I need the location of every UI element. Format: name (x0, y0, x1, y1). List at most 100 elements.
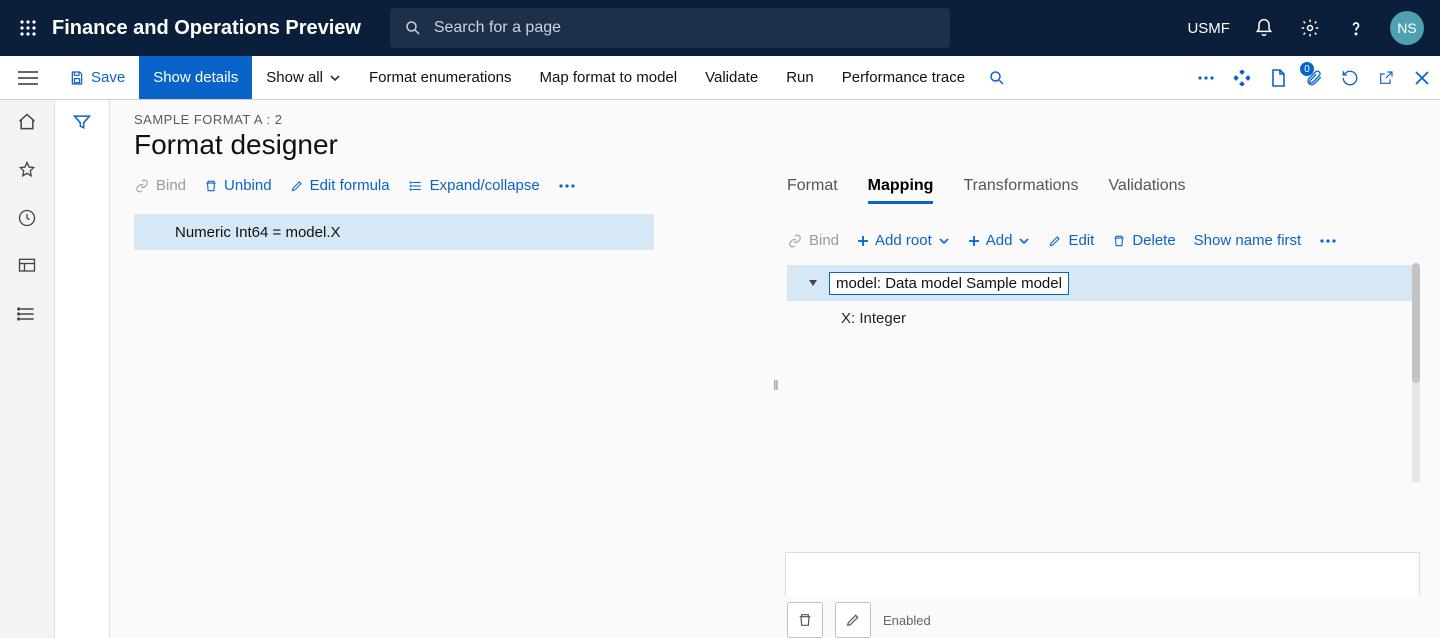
edit-formula-label: Edit formula (310, 177, 390, 194)
footer: Enabled (787, 596, 1420, 638)
tab-validations[interactable]: Validations (1108, 177, 1185, 204)
plus-icon (857, 235, 869, 247)
search-placeholder: Search for a page (434, 19, 561, 37)
app-launcher-icon[interactable] (8, 8, 48, 48)
link-icon (134, 179, 150, 193)
show-name-first-label: Show name first (1194, 232, 1302, 249)
enabled-label: Enabled (883, 613, 931, 628)
add-root-button[interactable]: Add root (857, 232, 950, 249)
list-icon (408, 179, 424, 193)
right-bind-label: Bind (809, 232, 839, 249)
detail-blank-panel (785, 552, 1420, 596)
unbind-label: Unbind (224, 177, 272, 194)
footer-delete-button[interactable] (787, 602, 823, 638)
tab-format[interactable]: Format (787, 177, 838, 204)
delete-label: Delete (1132, 232, 1175, 249)
modules-icon[interactable] (15, 302, 39, 326)
right-tabs: Format Mapping Transformations Validatio… (787, 177, 1420, 204)
delete-button[interactable]: Delete (1112, 232, 1175, 249)
refresh-icon[interactable] (1332, 56, 1368, 99)
content-area: SAMPLE FORMAT A : 2 Format designer Bind… (110, 100, 1440, 638)
performance-trace-button[interactable]: Performance trace (828, 56, 979, 99)
expand-collapse-button[interactable]: Expand/collapse (408, 177, 540, 194)
document-icon[interactable] (1260, 56, 1296, 99)
show-details-button[interactable]: Show details (139, 56, 252, 99)
cmd-search-icon[interactable] (979, 56, 1015, 99)
chevron-down-icon (938, 235, 950, 247)
chevron-down-icon (329, 72, 341, 84)
validate-button[interactable]: Validate (691, 56, 772, 99)
mapping-tree: model: Data model Sample model X: Intege… (787, 265, 1420, 333)
avatar[interactable]: NS (1390, 11, 1424, 45)
bell-icon[interactable] (1252, 16, 1276, 40)
add-button[interactable]: Add (968, 232, 1031, 249)
plus-icon (968, 235, 980, 247)
attachments-icon[interactable]: 0 (1296, 56, 1332, 99)
run-button[interactable]: Run (772, 56, 828, 99)
left-actions: Bind Unbind Edit formula Expand/collapse (134, 177, 767, 194)
top-right: USMF NS (1187, 11, 1432, 45)
show-details-label: Show details (153, 69, 238, 86)
command-bar: Save Show details Show all Format enumer… (0, 56, 1440, 100)
help-icon[interactable] (1344, 16, 1368, 40)
chevron-down-icon (1018, 235, 1030, 247)
edit-button[interactable]: Edit (1048, 232, 1094, 249)
close-icon[interactable] (1404, 56, 1440, 99)
scrollbar-thumb[interactable] (1412, 263, 1420, 383)
bind-label: Bind (156, 177, 186, 194)
main: SAMPLE FORMAT A : 2 Format designer Bind… (0, 100, 1440, 638)
mapping-tree-root[interactable]: model: Data model Sample model (787, 265, 1420, 301)
perf-label: Performance trace (842, 69, 965, 86)
popout-icon[interactable] (1368, 56, 1404, 99)
map-label: Map format to model (540, 69, 678, 86)
tab-mapping[interactable]: Mapping (868, 177, 934, 204)
save-label: Save (91, 69, 125, 86)
gear-icon[interactable] (1298, 16, 1322, 40)
format-tree-row[interactable]: Numeric Int64 = model.X (134, 214, 654, 250)
filter-column (55, 100, 110, 638)
tab-transformations[interactable]: Transformations (963, 177, 1078, 204)
add-label: Add (986, 232, 1013, 249)
mapping-tree-child[interactable]: X: Integer (787, 303, 1420, 333)
recent-icon[interactable] (15, 206, 39, 230)
global-search[interactable]: Search for a page (390, 8, 950, 48)
edit-formula-button[interactable]: Edit formula (290, 177, 390, 194)
format-tree-row-label: Numeric Int64 = model.X (175, 224, 341, 241)
pencil-icon (290, 179, 304, 193)
search-icon (404, 19, 422, 37)
home-icon[interactable] (15, 110, 39, 134)
save-icon (69, 70, 85, 86)
expand-label: Expand/collapse (430, 177, 540, 194)
trash-icon (1112, 233, 1126, 249)
left-overflow-icon[interactable] (558, 183, 576, 189)
workspace-icon[interactable] (15, 254, 39, 278)
bind-button: Bind (134, 177, 186, 194)
format-enumerations-button[interactable]: Format enumerations (355, 56, 526, 99)
nav-toggle-icon[interactable] (0, 70, 55, 86)
splitter-handle[interactable]: ‖ (773, 377, 779, 393)
mapping-root-label: model: Data model Sample model (829, 272, 1069, 295)
link-icon (787, 234, 803, 248)
badge-count: 0 (1300, 62, 1314, 76)
show-all-button[interactable]: Show all (252, 56, 355, 99)
footer-edit-button[interactable] (835, 602, 871, 638)
pencil-icon (1048, 234, 1062, 248)
right-overflow-icon[interactable] (1319, 238, 1337, 244)
right-actions: Bind Add root Add Edit (787, 232, 1420, 249)
filter-icon[interactable] (72, 112, 92, 638)
add-root-label: Add root (875, 232, 932, 249)
right-scrollbar[interactable] (1412, 263, 1420, 483)
collapse-icon[interactable] (807, 277, 823, 289)
breadcrumb: SAMPLE FORMAT A : 2 (134, 112, 1420, 127)
save-button[interactable]: Save (55, 56, 139, 99)
overflow-icon[interactable] (1188, 56, 1224, 99)
diamond-icon[interactable] (1224, 56, 1260, 99)
map-format-button[interactable]: Map format to model (526, 56, 692, 99)
company-label[interactable]: USMF (1187, 20, 1230, 37)
page-title: Format designer (134, 129, 1420, 161)
validate-label: Validate (705, 69, 758, 86)
left-panel: Bind Unbind Edit formula Expand/collapse (134, 177, 777, 638)
unbind-button[interactable]: Unbind (204, 177, 272, 194)
show-name-first-button[interactable]: Show name first (1194, 232, 1302, 249)
favorite-icon[interactable] (15, 158, 39, 182)
